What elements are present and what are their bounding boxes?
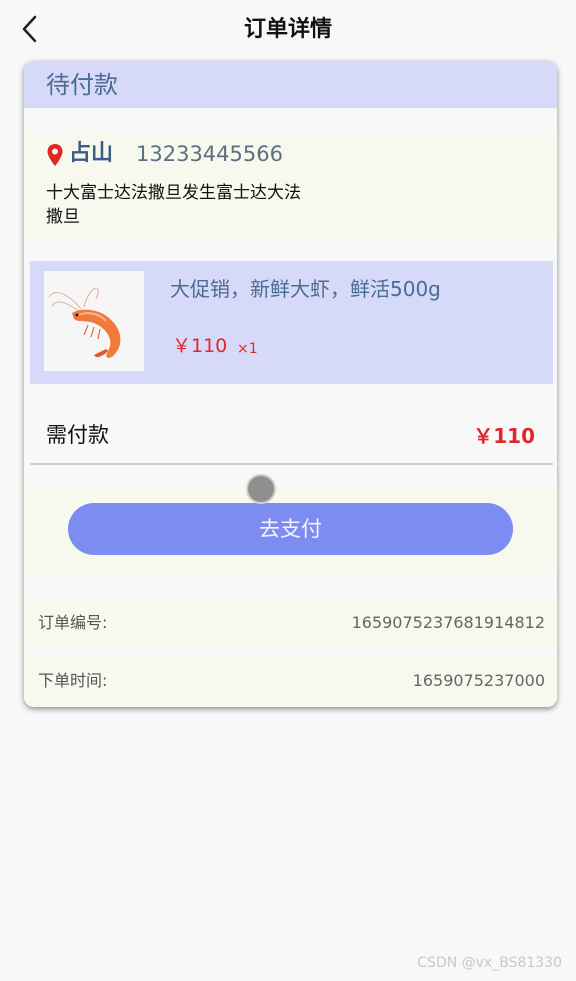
order-time-value: 1659075237000 (412, 671, 545, 690)
order-status-bar: 待付款 (24, 61, 557, 108)
address-section[interactable]: 占山 13233445566 十大富士达法撒旦发生富士达大法撒旦 (24, 131, 557, 239)
product-price: ￥110 (172, 335, 228, 357)
receiver-phone: 13233445566 (136, 142, 283, 166)
pay-button[interactable]: 去支付 (68, 503, 513, 555)
order-time-row: 下单时间: 1659075237000 (24, 655, 557, 707)
order-status: 待付款 (46, 71, 118, 99)
watermark: CSDN @vx_BS81330 (417, 955, 562, 971)
product-image (44, 271, 144, 371)
payable-row: 需付款 ￥110 (30, 401, 553, 465)
app-header: 订单详情 (0, 0, 576, 60)
page-title: 订单详情 (243, 17, 332, 42)
product-item[interactable]: 大促销，新鲜大虾，鲜活500g ￥110 ×1 (30, 261, 553, 384)
order-time-label: 下单时间: (38, 671, 108, 690)
pay-area: 去支付 (24, 486, 557, 574)
order-card: 待付款 占山 13233445566 十大富士达法撒旦发生富士达大法撒旦 大促销… (24, 61, 557, 707)
location-pin-icon (47, 144, 63, 166)
receiver-address: 十大富士达法撒旦发生富士达大法撒旦 (46, 183, 301, 227)
payable-amount: ￥110 (473, 424, 535, 448)
product-name: 大促销，新鲜大虾，鲜活500g (170, 277, 441, 301)
order-number-row: 订单编号: 1659075237681914812 (24, 597, 557, 649)
payable-label: 需付款 (46, 423, 109, 447)
shrimp-image (44, 271, 144, 371)
product-quantity: ×1 (237, 341, 258, 357)
order-number-value: 1659075237681914812 (351, 613, 545, 632)
touch-indicator (246, 474, 276, 504)
order-number-label: 订单编号: (38, 613, 108, 632)
receiver-name: 占山 (69, 141, 114, 166)
